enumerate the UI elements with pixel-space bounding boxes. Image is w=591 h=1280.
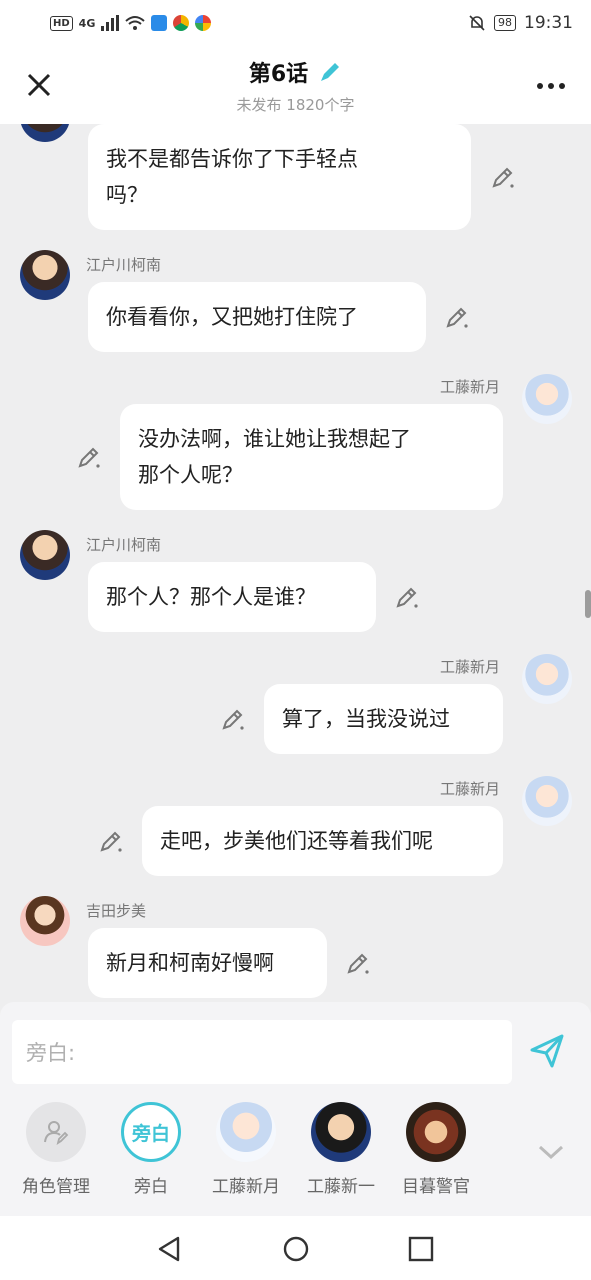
role-megure[interactable]: 目暮警官 <box>396 1102 476 1197</box>
message-line: 新月和柯南好慢啊 <box>106 951 274 975</box>
avatar <box>522 776 572 826</box>
message-line: 没办法啊，谁让她让我想起了 <box>138 427 411 451</box>
signal-icon <box>101 15 120 31</box>
avatar <box>20 896 70 946</box>
role-label: 工藤新月 <box>212 1177 280 1197</box>
close-icon[interactable] <box>24 70 54 100</box>
send-icon[interactable] <box>528 1032 566 1070</box>
role-label: 工藤新一 <box>307 1177 375 1197</box>
chevron-down-icon[interactable] <box>536 1142 566 1162</box>
edit-message-icon[interactable] <box>76 444 102 470</box>
home-icon[interactable] <box>281 1234 311 1264</box>
narration-input[interactable]: 旁白: <box>12 1020 512 1084</box>
role-manage-icon <box>26 1102 86 1162</box>
role-kudo-shingetsu[interactable]: 工藤新月 <box>206 1102 286 1197</box>
message-bubble[interactable]: 走吧，步美他们还等着我们呢 <box>142 806 503 876</box>
role-label: 目暮警官 <box>402 1177 470 1197</box>
message-bubble[interactable]: 我不是都告诉你了下手轻点 吗？ <box>88 124 471 230</box>
edit-title-icon[interactable] <box>318 60 342 84</box>
app-icon-blue <box>151 15 168 31</box>
status-left: HD 4G <box>50 15 212 31</box>
edit-message-icon[interactable] <box>345 950 371 976</box>
role-selector: 角色管理 旁白 旁白 工藤新月 工藤新一 目暮警官 <box>0 1102 591 1202</box>
battery-level: 98 <box>494 15 516 31</box>
title-area: 第6话 未发布 1820个字 <box>237 56 355 115</box>
edit-message-icon[interactable] <box>444 304 470 330</box>
hd-badge: HD <box>50 15 73 31</box>
speaker-name: 江户川柯南 <box>86 256 162 274</box>
avatar <box>20 250 70 300</box>
clock: 19:31 <box>524 13 573 33</box>
message-bubble[interactable]: 没办法啊，谁让她让我想起了 那个人呢？ <box>120 404 503 510</box>
message-bubble[interactable]: 新月和柯南好慢啊 <box>88 928 327 998</box>
header: 第6话 未发布 1820个字 <box>0 46 591 124</box>
message-line: 我不是都告诉你了下手轻点 <box>106 147 358 171</box>
back-icon[interactable] <box>154 1234 184 1264</box>
speaker-name: 工藤新月 <box>440 658 501 676</box>
role-avatar <box>406 1102 466 1162</box>
wifi-icon <box>125 16 146 30</box>
message-bubble[interactable]: 那个人？那个人是谁？ <box>88 562 376 632</box>
app-icon-multicolor <box>195 15 212 31</box>
avatar <box>522 374 572 424</box>
avatar <box>522 654 572 704</box>
page-title: 第6话 <box>248 61 309 87</box>
role-label: 角色管理 <box>22 1177 90 1197</box>
message-bubble[interactable]: 算了，当我没说过 <box>264 684 503 754</box>
message-line: 算了，当我没说过 <box>282 707 450 731</box>
message-line: 你看看你，又把她打住院了 <box>106 305 358 329</box>
network-type: 4G <box>78 16 96 30</box>
status-right: 98 19:31 <box>468 13 573 33</box>
composer: 旁白: 角色管理 旁白 旁白 工藤新月 工藤新一 目暮警官 <box>0 1002 591 1216</box>
mute-bell-icon <box>469 15 485 31</box>
edit-message-icon[interactable] <box>98 828 124 854</box>
role-avatar <box>216 1102 276 1162</box>
edit-message-icon[interactable] <box>394 584 420 610</box>
input-placeholder: 旁白: <box>26 1041 76 1065</box>
role-kudo-shinichi[interactable]: 工藤新一 <box>301 1102 381 1197</box>
speaker-name: 吉田步美 <box>86 902 147 920</box>
role-manage-button[interactable]: 角色管理 <box>16 1102 96 1197</box>
edit-message-icon[interactable] <box>490 164 516 190</box>
avatar <box>20 530 70 580</box>
more-options-icon[interactable] <box>537 76 567 96</box>
message-line: 走吧，步美他们还等着我们呢 <box>160 829 433 853</box>
system-nav-bar <box>0 1216 591 1280</box>
avatar <box>20 124 70 142</box>
message-line: 那个人呢？ <box>138 463 243 487</box>
speaker-name: 工藤新月 <box>440 780 501 798</box>
scrollbar-thumb[interactable] <box>585 590 591 618</box>
message-bubble[interactable]: 你看看你，又把她打住院了 <box>88 282 426 352</box>
speaker-name: 工藤新月 <box>440 378 501 396</box>
page-subtitle: 未发布 1820个字 <box>236 95 355 114</box>
app-icon-green <box>173 15 190 31</box>
role-avatar <box>311 1102 371 1162</box>
message-line: 那个人？那个人是谁？ <box>106 585 316 609</box>
recents-icon[interactable] <box>406 1234 436 1264</box>
status-bar: HD 4G 98 19:31 <box>0 0 591 46</box>
narration-badge: 旁白 <box>121 1102 181 1162</box>
edit-message-icon[interactable] <box>220 706 246 732</box>
role-label: 旁白 <box>134 1177 168 1197</box>
speaker-name: 江户川柯南 <box>86 536 162 554</box>
message-line: 吗？ <box>106 183 148 207</box>
role-narration[interactable]: 旁白 旁白 <box>111 1102 191 1197</box>
chat-area[interactable]: 我不是都告诉你了下手轻点 吗？ 江户川柯南 你看看你，又把她打住院了 工藤新月 … <box>0 124 591 1002</box>
